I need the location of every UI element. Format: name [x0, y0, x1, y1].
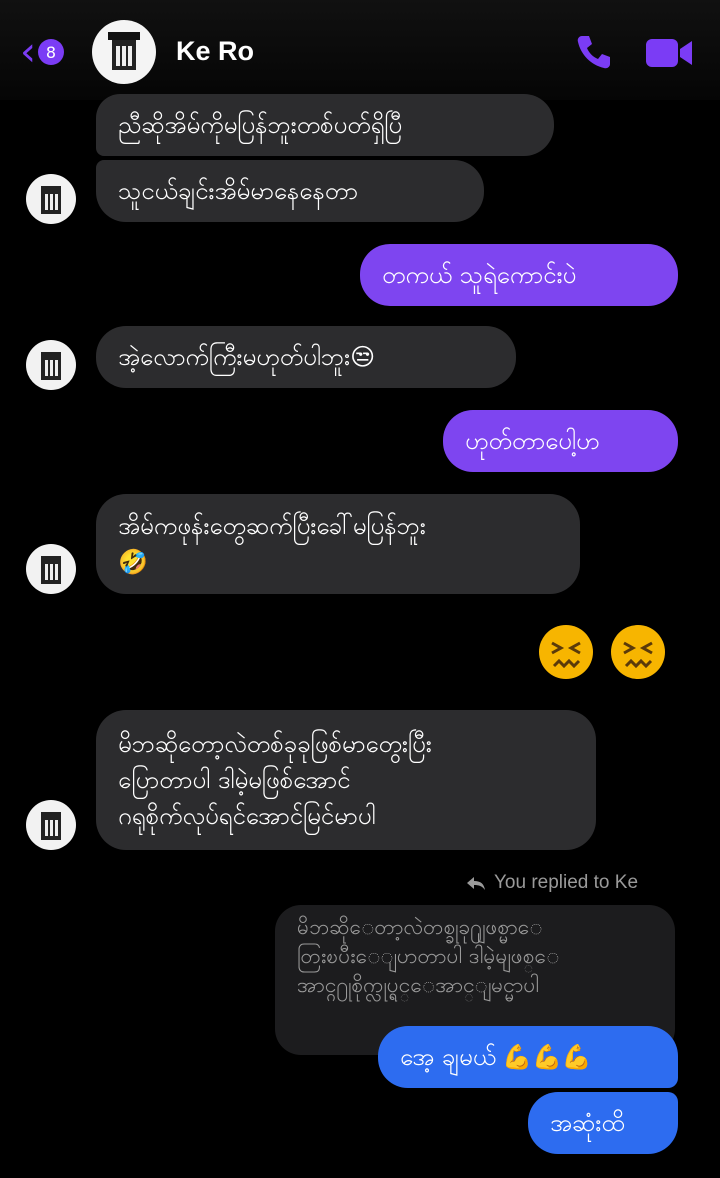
outgoing-message[interactable]: အဆုံးထိ [528, 1092, 678, 1154]
outgoing-message[interactable]: အေ့ ချမယ် 💪💪💪 [378, 1026, 678, 1088]
back-button[interactable]: ‹ 8 [20, 30, 80, 74]
phone-icon[interactable] [574, 32, 614, 72]
chevron-left-icon: ‹ [20, 29, 36, 75]
incoming-message[interactable]: သူငယ်ချင်းအိမ်မာနေနေတာ [96, 160, 484, 222]
sender-avatar[interactable] [26, 544, 76, 594]
video-camera-icon[interactable] [644, 36, 694, 70]
outgoing-message[interactable]: ဟုတ်တာပေါ့ဟ [443, 410, 678, 472]
contact-avatar[interactable] [92, 20, 156, 84]
incoming-message[interactable]: အိမ်ကဖုန်းတွေဆက်ပြီးခေါ်မပြန်ဘူး 🤣 [96, 494, 580, 594]
sender-avatar[interactable] [26, 800, 76, 850]
incoming-message[interactable]: မိဘဆိုတော့လဲတစ်ခုခုဖြစ်မာတွေးပြီး ပြောတာ… [96, 710, 596, 850]
reply-indicator: You replied to Ke [466, 872, 638, 894]
chat-header: ‹ 8 Ke Ro [0, 0, 720, 100]
outgoing-emoji-message[interactable] [538, 624, 666, 680]
outgoing-message[interactable]: တကယ် သူရဲကောင်းပဲ [360, 244, 678, 306]
sender-avatar[interactable] [26, 174, 76, 224]
incoming-message[interactable]: အဲ့လောက်ကြီးမဟုတ်ပါဘူး😒 [96, 326, 516, 388]
sender-avatar[interactable] [26, 340, 76, 390]
message-text: အေ့ ချမယ် [400, 1043, 497, 1071]
incoming-message[interactable]: ညီဆိုအိမ်ကိုမပြန်ဘူးတစ်ပတ်ရှိပြီ [96, 94, 554, 156]
flexed-biceps-icon: 💪💪💪 [502, 1043, 592, 1071]
reply-arrow-icon [467, 877, 485, 890]
contact-name[interactable]: Ke Ro [176, 36, 254, 67]
confounded-face-icon [611, 625, 665, 679]
unread-badge: 8 [38, 39, 64, 65]
reply-label: You replied to Ke [494, 872, 639, 893]
confounded-face-icon [539, 625, 593, 679]
